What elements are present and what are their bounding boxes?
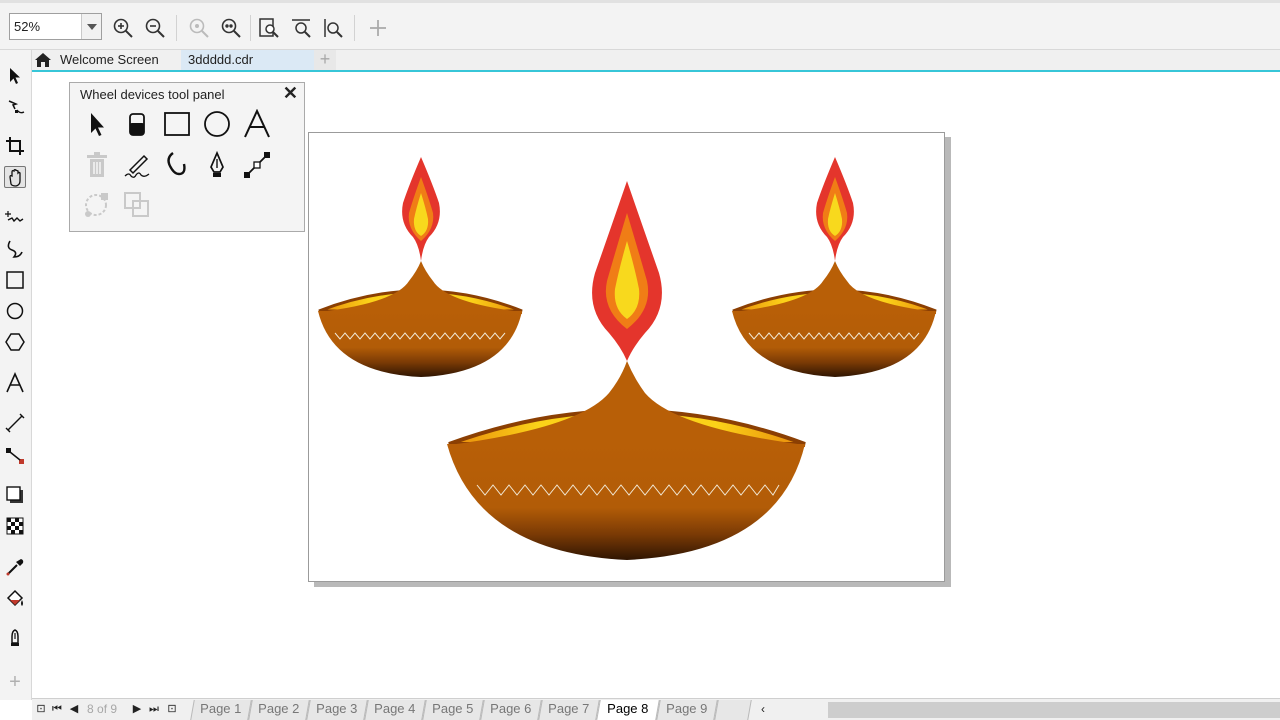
panel-text-tool-icon[interactable] — [242, 108, 272, 139]
page-tab-label: Page 3 — [316, 701, 358, 716]
first-page-icon[interactable]: ⏮ — [50, 702, 64, 716]
new-tab-button[interactable]: + — [314, 50, 336, 70]
chevron-down-icon[interactable] — [81, 14, 101, 39]
pan-tool-icon[interactable] — [4, 166, 26, 188]
page-tab-label: Page 7 — [548, 701, 590, 716]
toolbar-divider — [176, 15, 177, 41]
eyedropper-tool-icon[interactable] — [4, 556, 26, 578]
last-page-icon[interactable]: ⏭ — [147, 702, 161, 716]
panel-delete-icon[interactable] — [82, 150, 112, 180]
page-navigation-bar: ⊡ ⏮ ◀ 8 of 9 ▶ ⏭ ⊡ Page 1 Page 2 Page 3 … — [32, 698, 1280, 720]
page-tab-9[interactable]: Page 9 — [656, 700, 718, 720]
panel-rectangle-tool-icon[interactable] — [162, 109, 192, 139]
zoom-to-all-objects-icon[interactable] — [220, 17, 242, 39]
connector-tool-icon[interactable] — [4, 445, 26, 467]
smart-fill-tool-icon[interactable] — [4, 627, 26, 649]
insert-page-after-icon[interactable]: ⊡ — [165, 702, 179, 716]
tab-welcome-label: Welcome Screen — [60, 52, 159, 67]
zoom-to-page-width-icon[interactable] — [290, 17, 312, 39]
zoom-level-dropdown[interactable]: 52% — [9, 13, 102, 40]
panel-title: Wheel devices tool panel — [80, 87, 225, 102]
page-tab-7[interactable]: Page 7 — [538, 700, 600, 720]
tab-welcome-screen[interactable]: Welcome Screen — [32, 50, 178, 70]
toolbar-divider — [354, 15, 355, 41]
large-diya — [447, 181, 806, 560]
panel-eraser-tool-icon[interactable] — [122, 109, 152, 139]
close-icon[interactable]: ✕ — [283, 83, 298, 104]
page-tab-4[interactable]: Page 4 — [364, 700, 426, 720]
zoom-in-icon[interactable] — [112, 17, 134, 39]
panel-combine-tool-icon[interactable] — [122, 190, 152, 220]
left-diya — [318, 157, 523, 377]
drawing-page[interactable] — [308, 132, 945, 582]
tab-document[interactable]: 3ddddd.cdr — [181, 50, 314, 70]
page-counter: 8 of 9 — [87, 702, 117, 716]
rectangle-tool-icon[interactable] — [4, 269, 26, 291]
zoom-level-value: 52% — [14, 19, 41, 34]
page-of-label: of — [97, 702, 108, 716]
page-tab-label: Page 9 — [666, 701, 708, 716]
ellipse-tool-icon[interactable] — [4, 300, 26, 322]
add-icon[interactable] — [367, 17, 389, 39]
home-icon — [35, 53, 51, 67]
zoom-to-page-icon[interactable] — [258, 17, 280, 39]
transparency-tool-icon[interactable] — [4, 515, 26, 537]
panel-pen-tool-icon[interactable] — [202, 150, 232, 180]
previous-page-icon[interactable]: ◀ — [67, 702, 81, 716]
zoom-to-page-height-icon[interactable] — [322, 17, 344, 39]
total-pages: 9 — [110, 702, 118, 716]
add-tool-icon[interactable]: + — [4, 672, 26, 694]
crop-tool-icon[interactable] — [4, 135, 26, 157]
page-tab-label: Page 4 — [374, 701, 416, 716]
current-page-number: 8 — [87, 702, 94, 716]
page-tab-3[interactable]: Page 3 — [306, 700, 368, 720]
pick-tool-icon[interactable] — [4, 65, 26, 87]
dimension-tool-icon[interactable] — [4, 412, 26, 434]
text-tool-icon[interactable] — [4, 372, 26, 394]
scroll-left-icon[interactable]: ‹ — [756, 701, 770, 717]
page-tab-label: Page 1 — [200, 701, 242, 716]
panel-pick-tool-icon[interactable] — [82, 109, 112, 139]
top-toolbar: 52% — [0, 0, 1280, 50]
toolbox: + — [0, 50, 32, 700]
smart-drawing-tool-icon[interactable] — [4, 238, 26, 260]
horizontal-scrollbar[interactable] — [828, 702, 1280, 718]
panel-artistic-media-tool-icon[interactable] — [122, 150, 152, 180]
panel-ellipse-tool-icon[interactable] — [202, 109, 232, 139]
page-tab-5[interactable]: Page 5 — [422, 700, 484, 720]
diya-lamps-artwork — [318, 157, 937, 560]
zoom-to-selected-icon[interactable] — [188, 17, 210, 39]
polygon-tool-icon[interactable] — [4, 331, 26, 353]
page-tab-label: Page 2 — [258, 701, 300, 716]
page-tab-blank — [714, 700, 752, 720]
insert-page-before-icon[interactable]: ⊡ — [34, 702, 48, 716]
interactive-fill-tool-icon[interactable] — [4, 588, 26, 610]
panel-line-tool-icon[interactable] — [242, 150, 272, 180]
zoom-out-icon[interactable] — [144, 17, 166, 39]
page-tab-6[interactable]: Page 6 — [480, 700, 542, 720]
page-tab-1[interactable]: Page 1 — [190, 700, 252, 720]
panel-smart-drawing-tool-icon[interactable] — [162, 150, 192, 180]
page-tab-label: Page 6 — [490, 701, 532, 716]
page-tab-8-active[interactable]: Page 8 — [596, 700, 660, 720]
document-tab-bar: Welcome Screen 3ddddd.cdr + — [32, 50, 1280, 72]
next-page-icon[interactable]: ▶ — [130, 702, 144, 716]
shape-tool-icon[interactable] — [4, 96, 26, 118]
page-tab-label: Page 8 — [607, 701, 649, 716]
toolbar-divider — [250, 15, 251, 41]
panel-lasso-tool-icon[interactable] — [82, 190, 112, 220]
page-tab-2[interactable]: Page 2 — [248, 700, 310, 720]
right-diya — [732, 157, 937, 377]
wheel-devices-tool-panel: Wheel devices tool panel ✕ — [69, 82, 305, 232]
tab-document-label: 3ddddd.cdr — [188, 52, 254, 67]
freehand-tool-icon[interactable] — [4, 207, 26, 229]
page-tab-label: Page 5 — [432, 701, 474, 716]
drop-shadow-tool-icon[interactable] — [4, 484, 26, 506]
